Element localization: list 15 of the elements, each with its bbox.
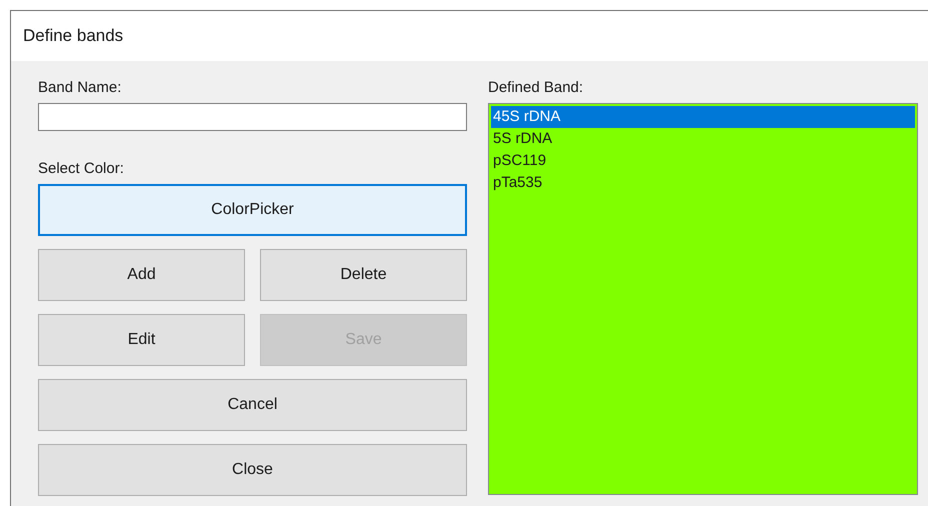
list-item[interactable]: pTa535 [491,172,915,194]
color-picker-button[interactable]: ColorPicker [38,184,467,236]
window-title: Define bands [23,26,124,46]
list-item[interactable]: 45S rDNA [491,106,915,128]
dialog-button[interactable]: Cancel [38,379,467,431]
band-name-field[interactable] [38,103,467,131]
dialog-button[interactable]: Delete [260,249,467,301]
field-label: Band Name: [38,79,122,97]
field-label: Select Color: [38,160,125,178]
list-item[interactable]: 5S rDNA [491,128,915,150]
list-label: Defined Band: [488,79,584,97]
dialog-button[interactable]: Add [38,249,245,301]
dialog-button[interactable]: Close [38,444,467,496]
list-item[interactable]: pSC119 [491,150,915,172]
dialog-button[interactable]: Edit [38,314,245,366]
